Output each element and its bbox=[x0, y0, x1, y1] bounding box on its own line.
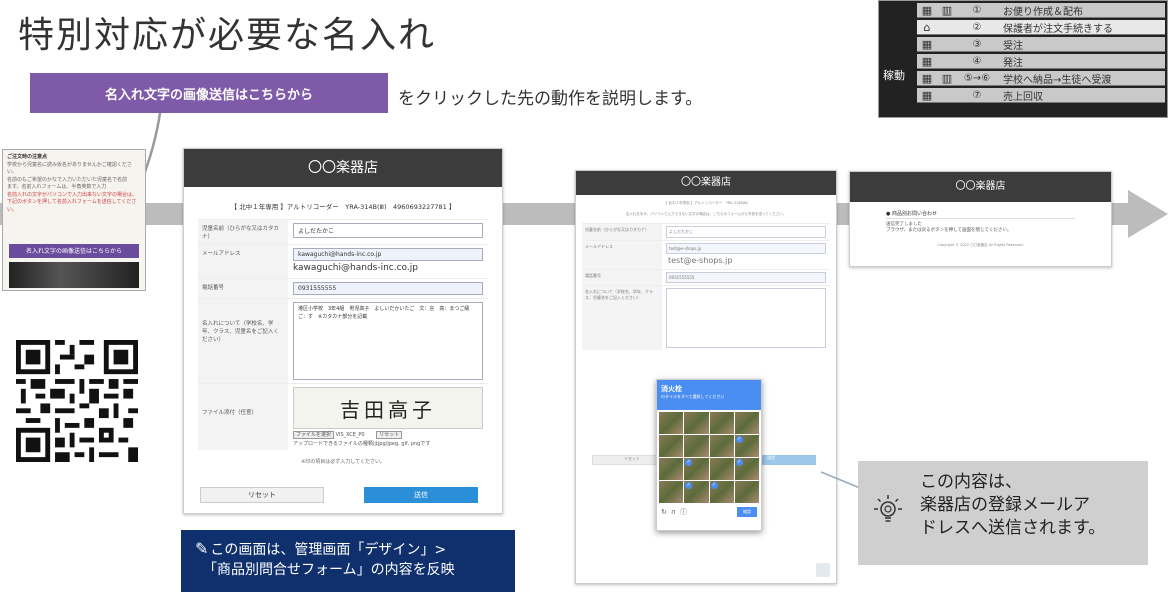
form-row: 名入れについて（学校名、学年、クラス、児童名をご記入ください） bbox=[582, 285, 830, 350]
admin-info-box: ✎ この画面は、管理画面「デザイン」> 「商品別問合せフォーム」の内容を反映 bbox=[181, 530, 515, 592]
file-hint: アップロードできるファイルの種類はjpg/jpeg, gif, pngです bbox=[293, 441, 431, 447]
building-icon: ▥ bbox=[941, 71, 953, 85]
shop-icon: ▦ bbox=[921, 54, 933, 68]
captcha-target: 消火栓 bbox=[661, 385, 682, 393]
legend-row: ▦ ▥ ① お便り作成＆配布 bbox=[917, 3, 1165, 18]
completion-screen: 〇〇楽器店 ● 商品別お問い合わせ 送信完了しました ブラウザ、または戻るボタン… bbox=[849, 171, 1112, 267]
legend-row: ▦ ⑦ 売上回収 bbox=[917, 88, 1165, 103]
school-icon: ▦ bbox=[921, 3, 933, 17]
form-row: メールアドレス test@e-shops.jp test@e-shops.jp bbox=[582, 240, 830, 269]
shop-icon: ▦ bbox=[921, 88, 933, 102]
email-display: test@e-shops.jp bbox=[668, 256, 733, 265]
form-row: ファイル添付（任意） 吉田高子 ファイルを選択 VIS_XCE_P0 リセット … bbox=[198, 383, 488, 450]
user-icon: ● bbox=[886, 211, 891, 217]
shop-icon: ▦ bbox=[921, 71, 933, 85]
legend-side-label: 稼動 bbox=[883, 69, 905, 82]
qr-code bbox=[16, 340, 138, 462]
form-row: 電話番号 0931555555 bbox=[582, 269, 830, 285]
form-row: 児童名前（ひらがな又はカタカナ） よしだたかこ bbox=[582, 223, 830, 240]
shop-icon: ▦ bbox=[921, 37, 933, 51]
flow-arrow-head bbox=[1128, 190, 1168, 238]
captcha-tile[interactable] bbox=[684, 435, 709, 457]
recaptcha-challenge: 消火栓 のタイルをすべて選択してください ↻ ∩ ⓘ 確認 bbox=[656, 379, 762, 531]
file-clear-button[interactable]: リセット bbox=[376, 431, 403, 439]
captcha-tile[interactable] bbox=[709, 412, 734, 434]
captcha-verify-button[interactable]: 確認 bbox=[737, 507, 757, 517]
form-row: 電話番号 0931555555 bbox=[198, 278, 488, 298]
copyright: Copyright © 2022 〇〇楽器店 All Rights Reserv… bbox=[937, 242, 1024, 247]
email-field[interactable]: kawaguchi@hands-inc.co.jp bbox=[293, 248, 483, 261]
send-button[interactable]: 送信 bbox=[364, 487, 478, 503]
name-detail-textarea[interactable] bbox=[666, 288, 826, 348]
phone-field[interactable]: 0931555555 bbox=[666, 272, 826, 283]
captcha-tile[interactable] bbox=[709, 435, 734, 457]
captcha-tile[interactable] bbox=[684, 458, 709, 480]
workflow-legend: 稼動 ▦ ▥ ① お便り作成＆配布 ⌂ ② 保護者が注文手続きする ▦ ③ 受注… bbox=[878, 0, 1168, 118]
product-image bbox=[9, 262, 139, 288]
email-field[interactable]: test@e-shops.jp bbox=[666, 243, 826, 254]
shop-header: 〇〇楽器店 bbox=[850, 172, 1111, 202]
captcha-tile[interactable] bbox=[709, 481, 734, 503]
product-inquiry-form: 〇〇楽器店 【 北中１年専用 】アルトリコーダー YRA-314B(Ⅲ) 496… bbox=[183, 148, 503, 514]
completion-message: 送信完了しました ブラウザ、または戻るボタンを押して画面を閉じてください。 bbox=[886, 222, 1012, 234]
product-page-thumbnail: ご注文時の注意点 学校から児童名に読み仮名がありませんかご確認ください。 名前の… bbox=[2, 149, 146, 291]
product-name: 【 北中１年専用 】アルトリコーダー YRA-314B(Ⅲ) 496069322… bbox=[230, 203, 456, 211]
phone-field[interactable]: 0931555555 bbox=[293, 282, 483, 295]
captcha-tile[interactable] bbox=[734, 458, 759, 480]
name-detail-textarea[interactable]: 港区小学校 3年4組 男児高子 よしいだかいたご 文：言 高：まつご級 ご：す … bbox=[293, 302, 483, 380]
recaptcha-badge-icon bbox=[816, 563, 830, 577]
wrench-icon: ✎ bbox=[195, 539, 209, 558]
info-icon[interactable]: ⓘ bbox=[680, 507, 687, 517]
captcha-tile[interactable] bbox=[684, 481, 709, 503]
home-icon: ⌂ bbox=[923, 20, 931, 34]
product-name: 【 北中１年専用 】アルトリコーダー YRA-314B(Ⅲ) bbox=[664, 201, 748, 205]
captcha-tile[interactable] bbox=[734, 481, 759, 503]
child-name-input[interactable]: よしだたかこ bbox=[666, 226, 826, 238]
thumb-upload-button[interactable]: 名入れ文字の画像送信はこちらから bbox=[9, 244, 139, 258]
lightbulb-icon bbox=[874, 495, 902, 522]
captcha-tile[interactable] bbox=[734, 435, 759, 457]
captcha-tile[interactable] bbox=[734, 412, 759, 434]
reset-button[interactable]: リセット bbox=[200, 487, 324, 503]
email-display: kawaguchi@hands-inc.co.jp bbox=[293, 263, 418, 273]
child-name-input[interactable]: よしだたかこ bbox=[293, 223, 483, 238]
refresh-icon[interactable]: ↻ bbox=[661, 508, 667, 516]
captcha-tile[interactable] bbox=[659, 412, 684, 434]
legend-row: ▦ ③ 受注 bbox=[917, 37, 1165, 52]
file-name: VIS_XCE_P0 bbox=[335, 432, 365, 438]
file-select-button[interactable]: ファイルを選択 bbox=[293, 431, 335, 439]
headphones-icon[interactable]: ∩ bbox=[671, 508, 676, 516]
legend-row: ▦ ④ 発注 bbox=[917, 54, 1165, 69]
form-row: 名入れについて（学校名、学年、クラス、児童名をご記入ください） 港区小学校 3年… bbox=[198, 298, 488, 383]
building-icon: ▥ bbox=[941, 3, 953, 17]
legend-row: ⌂ ② 保護者が注文手続きする bbox=[917, 20, 1165, 35]
shop-header: 〇〇楽器店 bbox=[184, 149, 502, 187]
captcha-tile[interactable] bbox=[709, 458, 734, 480]
captcha-form-screen: 〇〇楽器店 【 北中１年専用 】アルトリコーダー YRA-314B(Ⅲ) 名入れ… bbox=[575, 170, 837, 584]
form-row: メールアドレス kawaguchi@hands-inc.co.jp kawagu… bbox=[198, 244, 488, 278]
captcha-tile[interactable] bbox=[684, 412, 709, 434]
legend-row: ▦ ▥ ⑤→⑥ 学校へ納品→生徒へ受渡 bbox=[917, 71, 1165, 86]
captcha-instruction: のタイルをすべて選択してください bbox=[661, 394, 725, 399]
shop-header: 〇〇楽器店 bbox=[576, 171, 836, 195]
captcha-tile[interactable] bbox=[659, 481, 684, 503]
captcha-tile[interactable] bbox=[659, 458, 684, 480]
captcha-grid bbox=[657, 410, 761, 505]
form-row: 児童名前（ひらがな又はカタカナ） よしだたかこ bbox=[198, 219, 488, 244]
required-note: ※印の項目は必ず入力してください。 bbox=[301, 459, 385, 465]
signature-image: 吉田高子 bbox=[293, 387, 483, 429]
email-destination-callout: この内容は、 楽器店の登録メールア ドレスへ送信されます。 bbox=[858, 461, 1148, 565]
captcha-tile[interactable] bbox=[659, 435, 684, 457]
form-intro: 名入れ文字が、パソコンで入力できない文字の場合は、こちらのフォームから写真を送っ… bbox=[625, 212, 787, 216]
